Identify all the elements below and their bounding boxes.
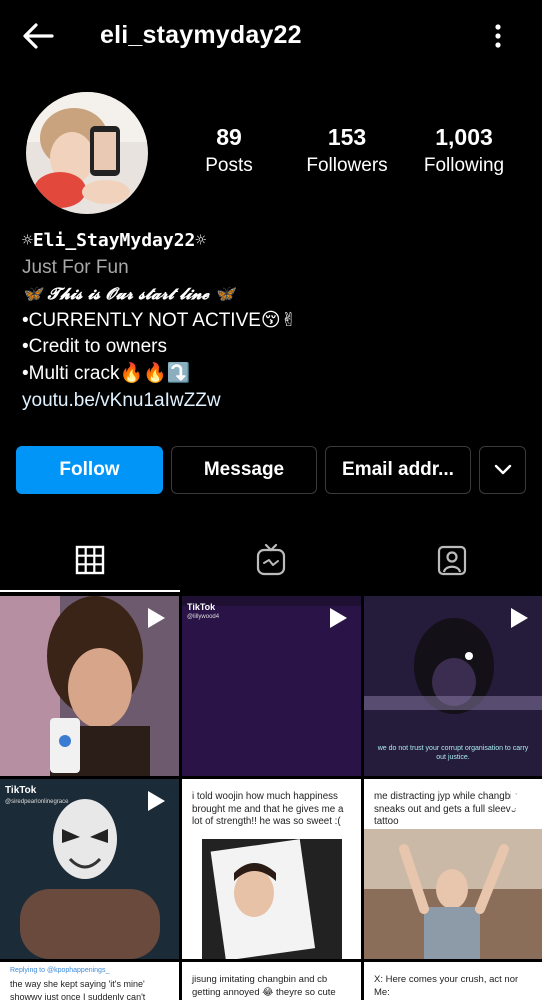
post-tile[interactable] — [0, 596, 179, 776]
play-icon — [511, 608, 528, 628]
post-tile[interactable]: me distracting jyp while changbin sneaks… — [364, 779, 542, 959]
post-caption: i told woojin how much happiness brought… — [192, 791, 344, 827]
display-name: ☼Eli_StayMyday22☼ — [22, 230, 207, 251]
igtv-icon — [256, 544, 285, 576]
bio-credit: •Credit to owners — [22, 336, 167, 358]
followers-stat[interactable]: 153 Followers — [287, 122, 407, 180]
tiktok-watermark: TikTok — [187, 602, 216, 612]
tab-igtv[interactable] — [180, 530, 361, 590]
back-arrow-icon — [23, 23, 54, 49]
suggested-accounts-button[interactable] — [479, 446, 526, 494]
follow-button[interactable]: Follow — [16, 446, 163, 494]
posts-stat[interactable]: 89 Posts — [169, 122, 289, 180]
message-button[interactable]: Message — [171, 446, 317, 494]
post-caption: the way she kept saying 'it's mine' show… — [10, 979, 146, 1000]
post-tile[interactable]: Replying to @kpophappenings_ the way she… — [0, 962, 179, 1000]
play-icon — [330, 608, 347, 628]
email-button[interactable]: Email addr... — [325, 446, 471, 494]
profile-bio: ☼Eli_StayMyday22☼ Just For Fun 🦋 𝓣𝓱𝓲𝓼 𝓲𝓼… — [22, 228, 522, 414]
post-tile[interactable]: we do not trust your corrupt organisatio… — [364, 596, 542, 776]
grid-icon — [75, 545, 105, 575]
back-button[interactable] — [20, 18, 56, 54]
chevron-down-icon — [494, 464, 511, 475]
active-tab-indicator — [0, 590, 180, 592]
bio-link[interactable]: youtu.be/vKnu1aIwZZw — [22, 388, 522, 415]
posts-count: 89 — [216, 124, 242, 150]
followers-label: Followers — [306, 155, 388, 176]
posts-grid: TikTok @lillywood4 we do not trust your … — [0, 596, 542, 1000]
post-caption: jisung imitating changbin and cb getting… — [192, 974, 336, 998]
post-tile[interactable]: X: Here comes your crush, act nor Me: — [364, 962, 542, 1000]
profile-category: Just For Fun — [22, 256, 129, 278]
following-count: 1,003 — [435, 124, 493, 150]
play-icon — [148, 608, 165, 628]
tiktok-handle: @siredpearlonlinegrace — [5, 799, 69, 805]
tab-posts-grid[interactable] — [0, 530, 180, 590]
post-tile[interactable]: TikTok @lillywood4 — [182, 596, 361, 776]
following-label: Following — [423, 155, 505, 176]
following-stat[interactable]: 1,003 Following — [404, 122, 524, 180]
bio-status: •CURRENTLY NOT ACTIVE😚✌ — [22, 309, 297, 331]
tiktok-handle: @lillywood4 — [187, 614, 220, 620]
followers-count: 153 — [327, 124, 367, 150]
post-tile[interactable]: TikTok @siredpearlonlinegrace — [0, 779, 179, 959]
post-caption: we do not trust your corrupt organisatio… — [377, 745, 529, 761]
post-caption: X: Here comes your crush, act nor Me: — [374, 974, 519, 998]
play-icon — [148, 791, 165, 811]
post-tile[interactable]: jisung imitating changbin and cb getting… — [182, 962, 361, 1000]
more-options-button[interactable] — [486, 22, 510, 50]
post-tile[interactable]: i told woojin how much happiness brought… — [182, 779, 361, 959]
posts-label: Posts — [205, 155, 253, 176]
profile-username: eli_staymyday22 — [100, 21, 302, 49]
post-reply-label: Replying to @kpophappenings_ — [10, 967, 110, 974]
play-icon — [511, 791, 528, 811]
bio-slogan: 🦋 𝓣𝓱𝓲𝓼 𝓲𝓼 𝓞𝓾𝓻 𝓼𝓽𝓪𝓻𝓽 𝓵𝓲𝓷𝓮 🦋 — [22, 284, 235, 304]
bio-multi-crack: •Multi crack🔥🔥⤵️ — [22, 362, 191, 384]
tiktok-watermark: TikTok — [5, 785, 37, 796]
tab-tagged[interactable] — [361, 530, 542, 590]
tagged-user-icon — [437, 545, 466, 576]
top-bar: eli_staymyday22 — [0, 0, 542, 70]
profile-avatar[interactable] — [26, 92, 148, 214]
more-vertical-icon — [495, 24, 501, 48]
